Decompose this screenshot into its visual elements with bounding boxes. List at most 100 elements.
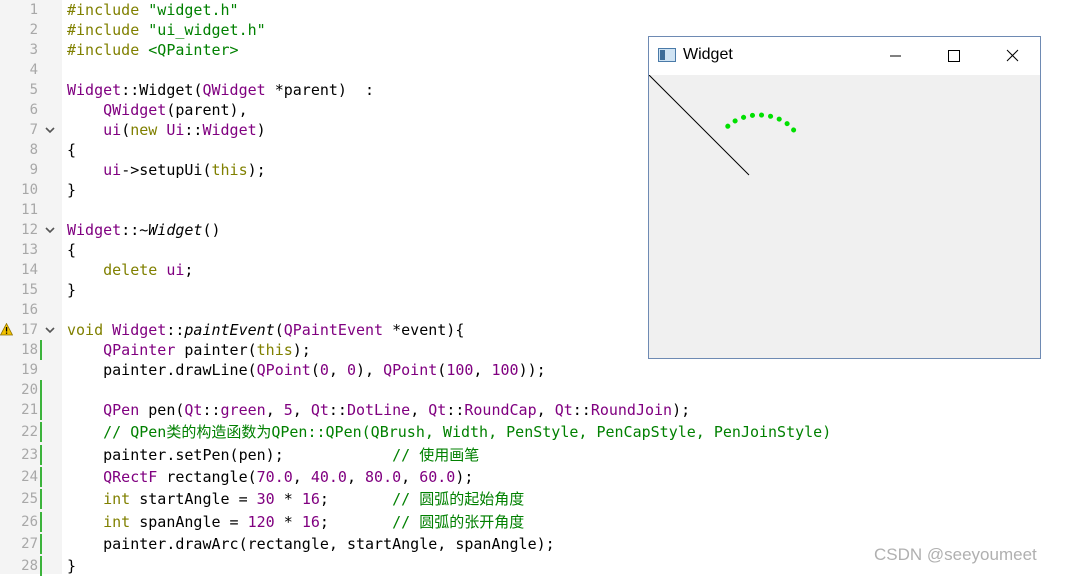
code-line[interactable]: 21 QPen pen(Qt::green, 5, Qt::DotLine, Q…: [0, 400, 1067, 420]
code-line[interactable]: 23 painter.setPen(pen); // 使用画笔: [0, 444, 1067, 465]
code-token: ;: [184, 261, 194, 279]
line-number: 15: [21, 282, 38, 298]
code-token: 70.0: [256, 467, 293, 486]
line-number: 9: [29, 162, 38, 178]
code-token: 40.0: [310, 467, 347, 486]
code-text: }: [67, 280, 76, 300]
code-line[interactable]: 25 int startAngle = 30 * 16; // 圆弧的起始角度: [0, 489, 1067, 510]
code-token: (): [202, 221, 221, 239]
code-token: {: [67, 241, 77, 259]
code-text: QPainter painter(this);: [67, 340, 311, 360]
code-token: Qt: [554, 401, 573, 419]
code-token: ,: [265, 401, 284, 419]
fold-chevron-icon[interactable]: [44, 120, 56, 140]
code-line[interactable]: 19 painter.drawLine(QPoint(0, 0), QPoint…: [0, 360, 1067, 380]
code-token: painter.drawLine(: [67, 361, 257, 379]
code-line[interactable]: 24 QRectF rectangle(70.0, 40.0, 80.0, 60…: [0, 466, 1067, 487]
line-number: 3: [29, 42, 38, 58]
modified-marker: [40, 444, 42, 465]
code-token: 100: [491, 361, 519, 379]
code-token: );: [247, 161, 266, 179]
code-token: Qt: [310, 401, 329, 419]
code-token: ::: [572, 401, 591, 419]
code-text: }: [67, 556, 76, 576]
drawn-arc: [721, 112, 797, 133]
code-token: green: [220, 401, 266, 419]
code-token: }: [67, 557, 77, 576]
code-token: Widget: [148, 221, 203, 239]
line-number: 18: [21, 342, 38, 358]
code-token: ::: [328, 401, 347, 419]
line-number: 25: [21, 491, 38, 508]
code-token: (: [437, 361, 447, 379]
code-token: this: [211, 161, 248, 179]
fold-chevron-icon[interactable]: [44, 220, 56, 240]
code-text: int spanAngle = 120 * 16; // 圆弧的张开角度: [67, 512, 524, 532]
code-text: {: [67, 140, 76, 160]
minimize-button[interactable]: [871, 37, 919, 75]
code-token: spanAngle =: [130, 512, 248, 531]
code-token: ));: [518, 361, 546, 379]
code-line[interactable]: 22 // QPen类的构造函数为QPen::QPen(QBrush, Widt…: [0, 422, 1067, 443]
code-token: 100: [446, 361, 474, 379]
code-token: RoundCap: [464, 401, 537, 419]
code-token: "widget.h": [148, 1, 239, 19]
code-text: QPen pen(Qt::green, 5, Qt::DotLine, Qt::…: [67, 400, 690, 420]
code-token: }: [67, 181, 77, 199]
line-number: 6: [29, 102, 38, 118]
code-line[interactable]: 1 #include "widget.h": [0, 0, 1067, 20]
code-token: int: [103, 490, 131, 509]
code-token: *: [274, 490, 302, 509]
warning-icon[interactable]: [0, 323, 13, 336]
code-token: Widget: [67, 221, 122, 239]
close-button[interactable]: [989, 37, 1037, 75]
line-number: 5: [29, 82, 38, 98]
code-text: void Widget::paintEvent(QPaintEvent *eve…: [67, 320, 464, 340]
code-text: Widget::Widget(QWidget *parent) :: [67, 80, 374, 100]
code-token: ::: [121, 81, 140, 99]
code-token: QRectF: [103, 467, 158, 486]
modified-marker: [40, 556, 42, 576]
modified-marker: [40, 533, 42, 554]
maximize-button[interactable]: [930, 37, 978, 75]
code-token: ,: [536, 401, 555, 419]
line-number: 2: [29, 22, 38, 38]
code-line[interactable]: 26 int spanAngle = 120 * 16; // 圆弧的张开角度: [0, 511, 1067, 532]
code-token: QPen: [103, 401, 140, 419]
code-token: startAngle =: [130, 490, 257, 509]
code-text: ui(new Ui::Widget): [67, 120, 266, 140]
window-titlebar[interactable]: Widget: [649, 37, 1040, 75]
modified-marker: [40, 466, 42, 487]
code-token: 30: [256, 490, 275, 509]
code-token: #include: [67, 41, 149, 59]
code-line[interactable]: 20: [0, 380, 1067, 400]
code-token: ,: [292, 401, 311, 419]
code-token: RoundJoin: [590, 401, 673, 419]
code-token: ui: [103, 121, 122, 139]
line-number: 20: [21, 382, 38, 398]
code-token: ;: [319, 512, 393, 531]
code-token: painter.drawArc(rectangle, startAngle, s…: [67, 534, 555, 553]
line-number: 19: [21, 362, 38, 378]
modified-marker: [40, 489, 42, 510]
code-token: ;: [319, 490, 393, 509]
line-number: 27: [21, 535, 38, 552]
line-number: 11: [21, 202, 38, 218]
window-title: Widget: [683, 46, 733, 63]
code-token: ui: [103, 161, 122, 179]
fold-chevron-icon[interactable]: [44, 320, 56, 340]
code-token: Widget: [112, 321, 167, 339]
code-token: paintEvent: [184, 321, 275, 339]
code-token: }: [67, 281, 77, 299]
code-text: painter.drawArc(rectangle, startAngle, s…: [67, 534, 555, 554]
code-token: (parent),: [166, 101, 248, 119]
code-text: QWidget(parent),: [67, 100, 248, 120]
code-token: {: [67, 141, 77, 159]
code-token: ): [256, 121, 266, 139]
modified-marker: [40, 400, 42, 420]
code-token: ,: [328, 361, 347, 379]
widget-window[interactable]: Widget: [648, 36, 1041, 359]
